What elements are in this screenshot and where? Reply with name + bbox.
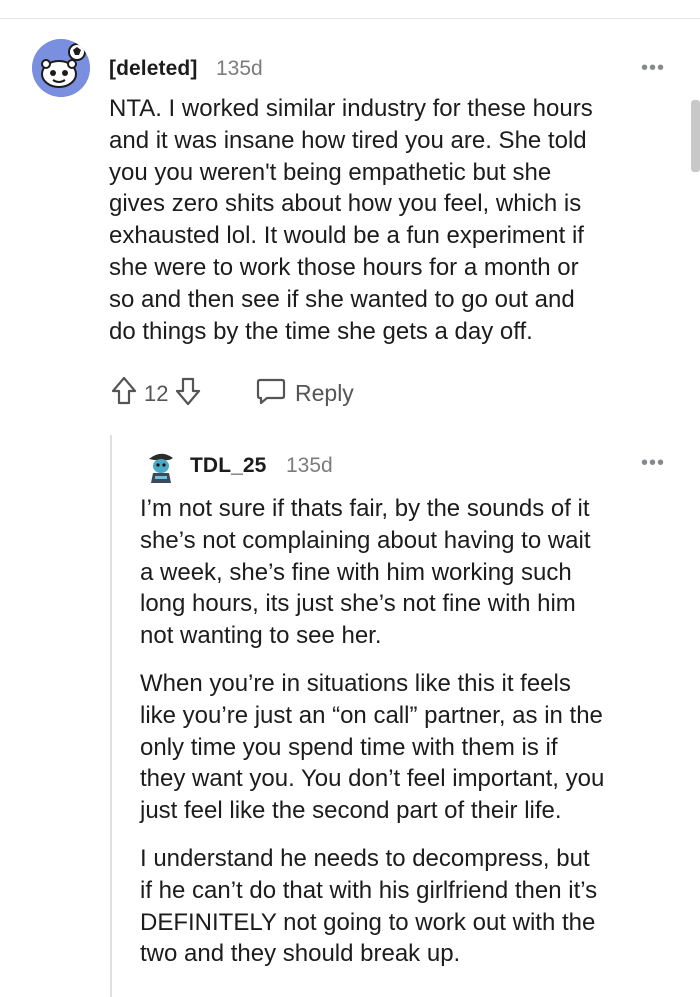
comment-line: you you weren't being empathetic but she — [109, 158, 552, 186]
comment-line: exhausted lol. It would be a fun experim… — [109, 222, 584, 250]
thread-line[interactable] — [110, 435, 112, 997]
reply-line: just feel like the second part of their … — [140, 797, 562, 825]
reply-line: she’s not complaining about having to wa… — [140, 526, 591, 554]
user-avatar-icon[interactable] — [143, 449, 179, 485]
more-options-icon[interactable]: ••• — [641, 58, 665, 78]
vote-count: 12 — [144, 380, 169, 406]
reply-label: Reply — [295, 380, 354, 406]
comment-line: and it was insane how tired you are. She… — [109, 126, 587, 154]
comment-line: do things by the time she gets a day off… — [109, 317, 533, 345]
comment-author[interactable]: [deleted] — [109, 57, 197, 81]
reply-line: two and they should break up. — [140, 940, 461, 968]
comment-age: 135d — [216, 57, 263, 80]
top-divider — [0, 18, 700, 19]
vote-bar: 12 — [110, 375, 202, 412]
comment-body: NTA. I worked similar industry for these… — [109, 93, 679, 347]
reply-author[interactable]: TDL_25 — [190, 454, 266, 478]
reply-line: I understand he needs to decompress, but — [140, 844, 590, 872]
comment-line: NTA. I worked similar industry for these… — [109, 95, 593, 122]
reply-line: I’m not sure if thats fair, by the sound… — [140, 495, 590, 522]
reply-line: a week, she’s fine with him working such — [140, 558, 572, 586]
reply-line: When you’re in situations like this it f… — [140, 669, 571, 697]
comment-line: she were to work those hours for a month… — [109, 253, 579, 281]
reddit-snoo-avatar-icon[interactable] — [32, 39, 90, 97]
reply-line: not wanting to see her. — [140, 622, 382, 650]
reply-line: DEFINITELY not going to work out with th… — [140, 908, 596, 936]
reply-line: they want you. You don’t feel important,… — [140, 765, 605, 793]
reply-button[interactable]: Reply — [255, 376, 354, 411]
reply-icon — [255, 376, 287, 411]
reply-line: long hours, its just she’s not fine with… — [140, 590, 576, 618]
scrollbar-thumb[interactable] — [691, 100, 700, 172]
reply-line: if he can’t do that with his girlfriend … — [140, 876, 598, 904]
downvote-icon[interactable] — [174, 375, 202, 412]
comment-line: gives zero shits about how you feel, whi… — [109, 190, 582, 218]
reply-line: like you’re just an “on call” partner, a… — [140, 701, 603, 729]
upvote-icon[interactable] — [110, 375, 138, 412]
more-options-icon[interactable]: ••• — [641, 453, 665, 473]
reply-line: only time you spend time with them is if — [140, 733, 558, 761]
comment-line: so and then see if she wanted to go out … — [109, 285, 575, 313]
reply-age: 135d — [286, 454, 333, 477]
reply-body: I’m not sure if thats fair, by the sound… — [140, 493, 685, 970]
